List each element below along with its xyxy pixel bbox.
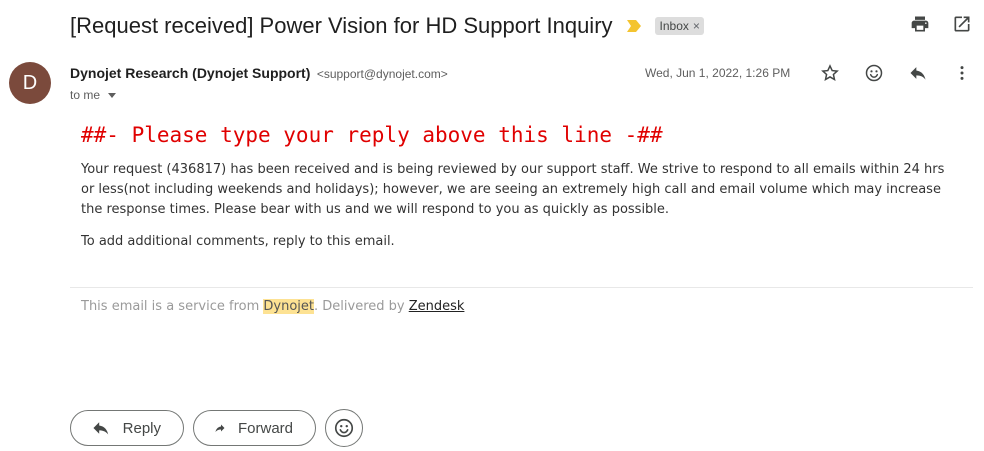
chevron-down-icon (108, 92, 117, 98)
reply-above-line-marker: ##- Please type your reply above this li… (81, 123, 663, 147)
star-icon[interactable] (820, 63, 840, 83)
recipient-text: to me (70, 88, 101, 102)
importance-marker-icon[interactable] (626, 20, 641, 32)
remove-label-icon[interactable]: × (693, 19, 700, 33)
forward-button[interactable]: Forward (193, 410, 316, 446)
recipient-details-toggle[interactable]: to me (70, 88, 117, 102)
footer-prefix: This email is a service from (81, 299, 264, 314)
label-chip-inbox: Inbox × (654, 17, 704, 35)
reply-button[interactable]: Reply (70, 410, 184, 446)
email-date: Wed, Jun 1, 2022, 1:26 PM (645, 66, 791, 80)
message-actions (820, 63, 972, 83)
footer-divider (70, 287, 973, 288)
body-paragraph-1: Your request (436817) has been received … (81, 162, 945, 217)
sender-name[interactable]: Dynojet Research (Dynojet Support) (70, 65, 310, 81)
emoji-icon (334, 418, 354, 438)
email-view: [Request received] Power Vision for HD S… (0, 0, 984, 451)
footer-middle: . Delivered by (314, 299, 409, 314)
email-subject: [Request received] Power Vision for HD S… (70, 13, 613, 38)
subject-row: [Request received] Power Vision for HD S… (70, 8, 704, 44)
forward-button-label: Forward (237, 419, 293, 437)
label-chip-text: Inbox (659, 19, 689, 33)
sender-avatar[interactable]: D (9, 62, 51, 104)
open-in-new-window-icon[interactable] (952, 14, 972, 34)
subject-actions (910, 14, 972, 34)
emoji-icon[interactable] (864, 63, 884, 83)
reply-icon (93, 422, 109, 435)
email-footer: This email is a service from Dynojet. De… (81, 299, 464, 314)
sender-email: <support@dynojet.com> (316, 67, 448, 81)
zendesk-link[interactable]: Zendesk (409, 299, 465, 314)
footer-brand: Dynojet (263, 299, 314, 314)
compose-actions: Reply Forward (70, 409, 363, 447)
body-paragraph-2: To add additional comments, reply to thi… (81, 234, 395, 249)
more-vert-icon[interactable] (952, 63, 972, 83)
sender-line: Dynojet Research (Dynojet Support) <supp… (70, 65, 448, 83)
forward-icon (215, 424, 225, 432)
print-icon[interactable] (910, 14, 930, 34)
reply-button-label: Reply (122, 419, 161, 437)
reply-icon[interactable] (908, 63, 928, 83)
react-emoji-button[interactable] (325, 409, 363, 447)
